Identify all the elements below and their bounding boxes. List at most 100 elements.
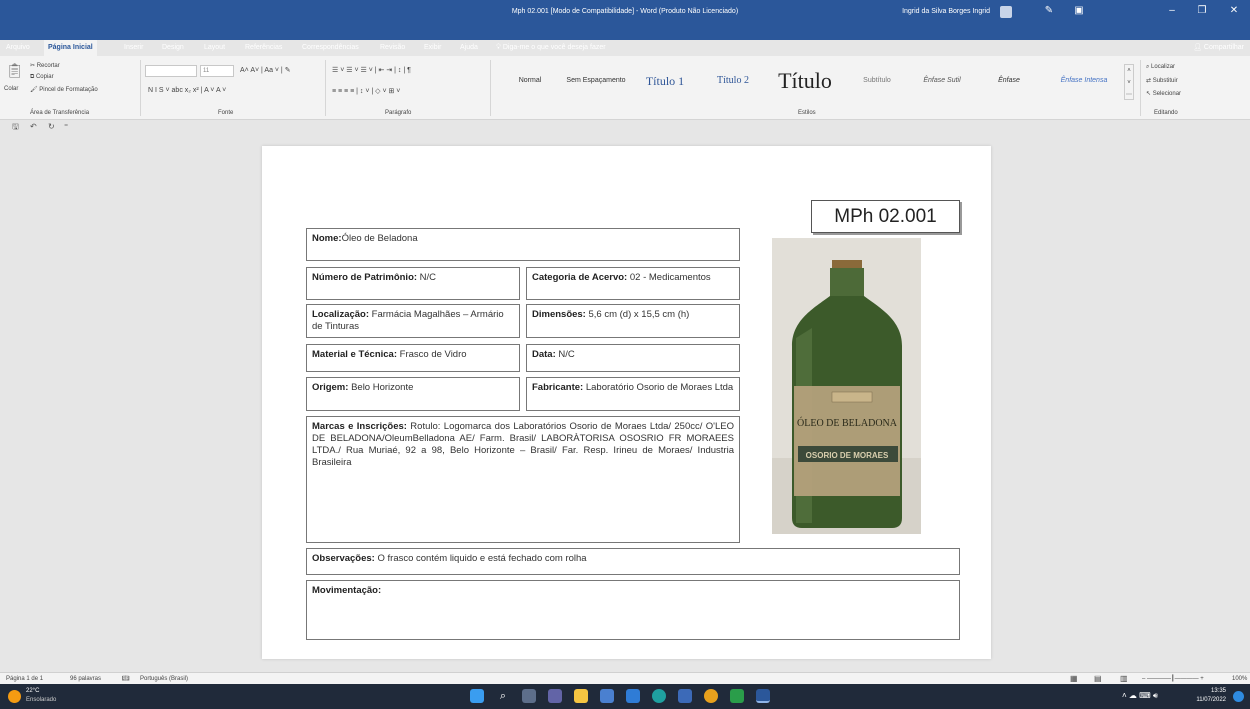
maximize-button[interactable]: ❐ xyxy=(1188,0,1216,24)
font-name-select[interactable] xyxy=(145,65,197,77)
tab-design[interactable]: Design xyxy=(162,40,184,56)
tab-referencias[interactable]: Referências xyxy=(245,40,282,56)
style-enfase-intensa[interactable]: Ênfase Intensa xyxy=(1046,62,1122,100)
tab-inserir[interactable]: Inserir xyxy=(124,40,143,56)
style-subtitulo[interactable]: Subtítulo xyxy=(846,62,908,100)
style-enfase[interactable]: Ênfase xyxy=(978,62,1040,100)
temperature: 22°C xyxy=(26,688,40,694)
field-fabricante[interactable]: Fabricante: Laboratório Osorio de Moraes… xyxy=(526,377,740,411)
alignment-icons[interactable]: ≡ ≡ ≡ ≡ | ↕ ˅ | ◇ ˅ ⊞ ˅ xyxy=(332,87,400,95)
field-marcas[interactable]: Marcas e Inscrições: Rotulo: Logomarca d… xyxy=(306,416,740,543)
field-label: Categoria de Acervo: xyxy=(532,272,628,283)
notification-icon[interactable] xyxy=(1233,691,1244,702)
font-format-icons[interactable]: N I S ˅ abc x₂ x² | A ˅ A ˅ xyxy=(148,87,226,94)
task-view-icon[interactable] xyxy=(522,689,536,703)
word-icon[interactable] xyxy=(756,689,770,703)
tab-revisao[interactable]: Revisão xyxy=(380,40,405,56)
paste-button[interactable]: Colar xyxy=(4,86,18,92)
document-page[interactable]: MPh 02.001 Nome:Óleo de Beladona Número … xyxy=(262,146,991,659)
field-label: Localização: xyxy=(312,309,370,320)
field-label: Material e Técnica: xyxy=(312,349,398,360)
ribbon-display-icon[interactable]: ▣ xyxy=(1065,0,1093,24)
avatar[interactable] xyxy=(1000,6,1012,18)
field-movimentacao[interactable]: Movimentação: xyxy=(306,580,960,640)
edge-icon[interactable] xyxy=(652,689,666,703)
chrome-icon[interactable] xyxy=(704,689,718,703)
font-grow-shrink-icons[interactable]: A˄ A˅ | Aa ˅ | ✎ xyxy=(240,66,291,74)
close-button[interactable]: ✕ xyxy=(1220,0,1248,24)
field-data[interactable]: Data: N/C xyxy=(526,344,740,372)
pen-icon[interactable]: ✎ xyxy=(1035,0,1063,24)
field-nome[interactable]: Nome:Óleo de Beladona xyxy=(306,228,740,261)
font-size-select[interactable]: 11 xyxy=(200,65,234,77)
field-value: 5,6 cm (d) x 15,5 cm (h) xyxy=(585,309,690,320)
windows-start-icon[interactable] xyxy=(470,689,484,703)
cut-button[interactable]: ✂ Recortar xyxy=(30,62,60,69)
tab-pagina-inicial[interactable]: Página Inicial xyxy=(44,40,97,56)
app-icon[interactable] xyxy=(678,689,692,703)
tab-ajuda[interactable]: Ajuda xyxy=(460,40,478,56)
style-titulo[interactable]: Título xyxy=(768,62,842,100)
share-label: Compartilhar xyxy=(1203,44,1244,51)
status-bar: Página 1 de 1 96 palavras 📖︎ Português (… xyxy=(0,672,1250,684)
select-label: Selecionar xyxy=(1152,91,1182,97)
group-label-font: Fonte xyxy=(218,110,234,116)
customize-qat-icon[interactable]: ⁼ xyxy=(64,120,68,134)
bottle-label-line2: OSORIO DE MORAES xyxy=(806,451,889,460)
ribbon: 📋︎ Colar ✂ Recortar ⧉ Copiar 🖌︎ Pincel d… xyxy=(0,56,1250,120)
select-button[interactable]: ↖ Selecionar xyxy=(1146,90,1181,97)
format-painter-label: Pincel de Formatação xyxy=(39,87,98,93)
undo-icon[interactable]: ↶ xyxy=(30,120,37,134)
copy-button[interactable]: ⧉ Copiar xyxy=(30,74,54,81)
field-dimensoes[interactable]: Dimensões: 5,6 cm (d) x 15,5 cm (h) xyxy=(526,304,740,338)
field-origem[interactable]: Origem: Belo Horizonte xyxy=(306,377,520,411)
cursor-icon: ↖ xyxy=(1146,91,1153,97)
store-icon[interactable] xyxy=(600,689,614,703)
bottle-label-line1: ÓLEO DE BELADONA xyxy=(797,417,898,429)
teams-icon[interactable] xyxy=(548,689,562,703)
field-observacoes[interactable]: Observações: O frasco contém liquido e e… xyxy=(306,548,960,575)
ribbon-divider xyxy=(490,60,491,116)
search-icon[interactable]: ⌕ xyxy=(496,689,510,703)
field-value: Óleo de Beladona xyxy=(341,233,418,244)
document-code: MPh 02.001 xyxy=(811,200,960,233)
field-value: Laboratório Osorio de Moraes Ltda xyxy=(583,382,734,393)
save-icon[interactable]: 🖫︎ xyxy=(12,120,19,134)
copy-label: Copiar xyxy=(35,74,54,80)
style-titulo-1[interactable]: Título 1 xyxy=(632,62,698,100)
styles-scroll-icon[interactable]: ˄ ˅ ⋯ xyxy=(1124,64,1134,100)
tab-exibir[interactable]: Exibir xyxy=(424,40,442,56)
user-name[interactable]: Ingrid da Silva Borges Ingrid xyxy=(902,0,990,24)
find-button[interactable]: ⌕ Localizar xyxy=(1146,64,1175,71)
minimize-button[interactable]: – xyxy=(1158,0,1186,24)
style-enfase-sutil[interactable]: Ênfase Sutil xyxy=(910,62,974,100)
replace-icon: ⇄ xyxy=(1146,78,1153,84)
field-localizacao[interactable]: Localização: Farmácia Magalhães – Armári… xyxy=(306,304,520,338)
redo-icon[interactable]: ↻ xyxy=(48,120,55,134)
field-label: Data: xyxy=(532,349,556,360)
tell-me-text: Diga-me o que você deseja fazer xyxy=(502,44,606,51)
field-value: Belo Horizonte xyxy=(348,382,414,393)
field-material[interactable]: Material e Técnica: Frasco de Vidro xyxy=(306,344,520,372)
tell-me-search[interactable]: 💡︎ Diga-me o que você deseja fazer xyxy=(496,40,606,56)
field-patrimonio[interactable]: Número de Patrimônio: N/C xyxy=(306,267,520,300)
style-titulo-2[interactable]: Título 2 xyxy=(702,62,764,100)
clock[interactable]: 13:35 11/07/2022 xyxy=(1196,687,1226,705)
replace-button[interactable]: ⇄ Substituir xyxy=(1146,77,1178,84)
excel-icon[interactable] xyxy=(730,689,744,703)
style-sem-espacamento[interactable]: Sem Espaçamento xyxy=(560,62,632,100)
mail-icon[interactable] xyxy=(626,689,640,703)
tab-layout[interactable]: Layout xyxy=(204,40,225,56)
list-icons[interactable]: ☰ ˅ ☰ ˅ ☰ ˅ | ⇤ ⇥ | ↕ | ¶ xyxy=(332,66,411,74)
field-label: Movimentação: xyxy=(312,585,382,596)
format-painter-button[interactable]: 🖌︎ Pincel de Formatação xyxy=(30,86,98,93)
tab-arquivo[interactable]: Arquivo xyxy=(6,40,30,56)
system-tray-icons[interactable]: ˄ ☁ ⌨ 🔊︎ xyxy=(1122,691,1158,701)
file-explorer-icon[interactable] xyxy=(574,689,588,703)
style-normal[interactable]: Normal xyxy=(505,62,555,100)
field-label: Origem: xyxy=(312,382,349,393)
share-button[interactable]: 👤︎ Compartilhar xyxy=(1193,40,1244,56)
paste-icon[interactable]: 📋︎ xyxy=(6,62,24,79)
field-categoria[interactable]: Categoria de Acervo: 02 - Medicamentos xyxy=(526,267,740,300)
tab-correspondencias[interactable]: Correspondências xyxy=(302,40,359,56)
